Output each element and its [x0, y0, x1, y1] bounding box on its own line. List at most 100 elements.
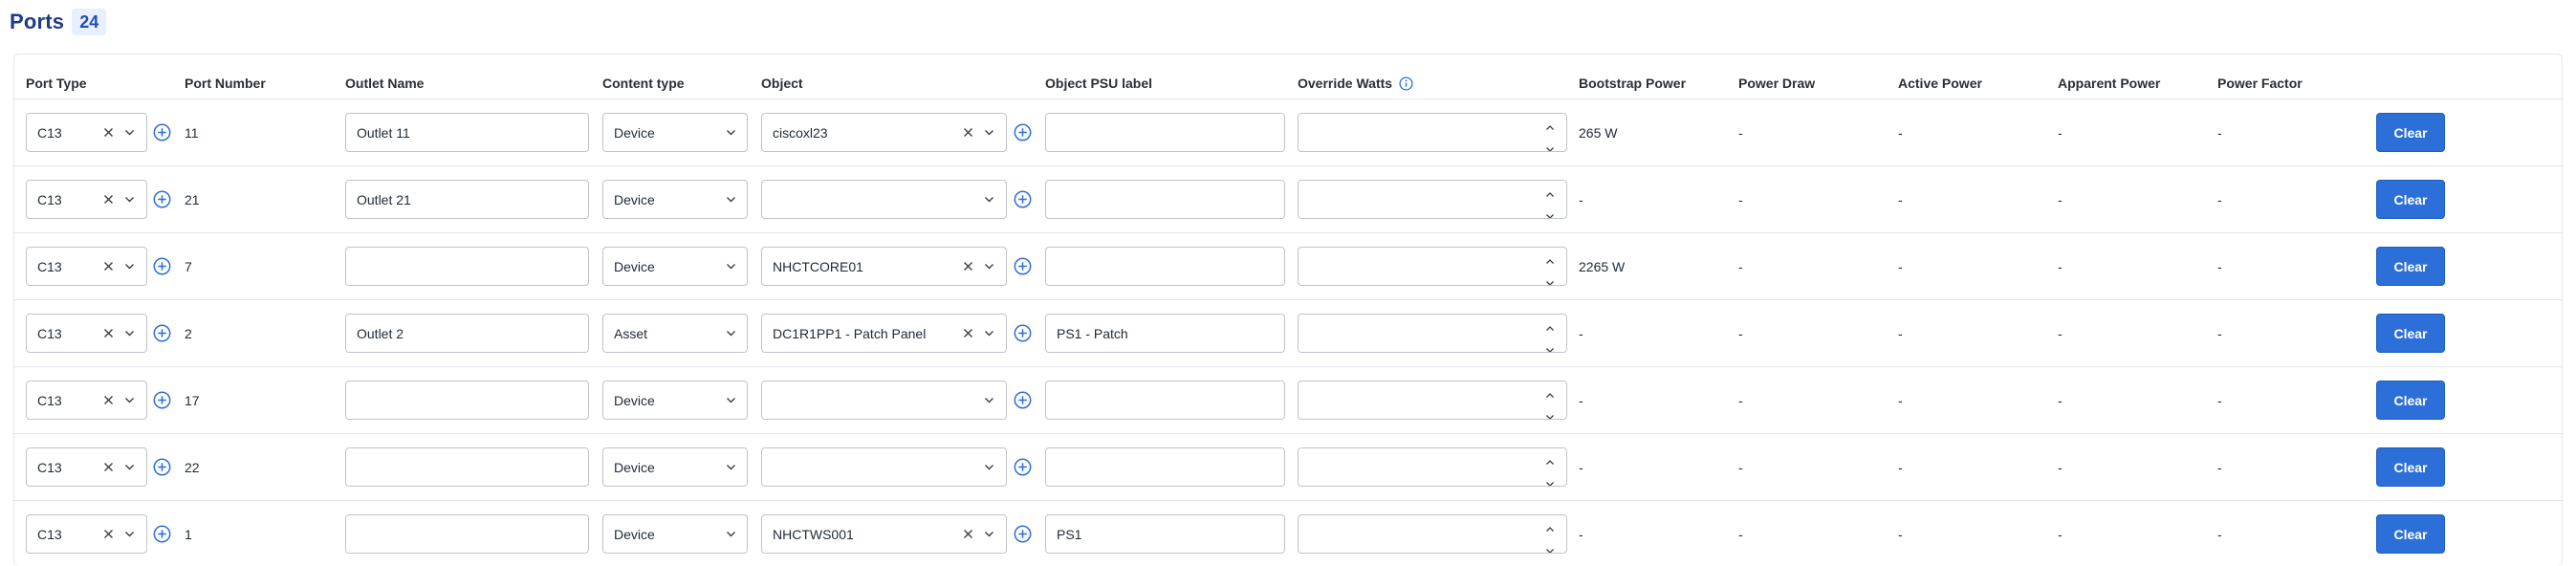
port-type-select[interactable]: C13	[26, 447, 147, 487]
port-type-select[interactable]: C13	[26, 514, 147, 554]
clear-button[interactable]: Clear	[2376, 314, 2445, 353]
object-psu-label-input[interactable]	[1045, 180, 1285, 219]
chevron-down-icon[interactable]	[983, 193, 995, 206]
override-watts-input[interactable]	[1298, 514, 1567, 554]
content-type-select[interactable]: Device	[602, 113, 748, 152]
chevron-down-icon[interactable]	[123, 528, 136, 540]
object-select[interactable]: NHCTCORE01	[761, 247, 1007, 286]
decrement-icon[interactable]	[1545, 207, 1555, 218]
increment-icon[interactable]	[1545, 119, 1555, 134]
number-stepper[interactable]	[1545, 252, 1555, 285]
object-psu-label-input[interactable]	[1045, 247, 1285, 286]
content-type-select[interactable]: Device	[602, 247, 748, 286]
chevron-down-icon[interactable]	[123, 260, 136, 272]
content-type-select[interactable]: Device	[602, 180, 748, 219]
clear-button[interactable]: Clear	[2376, 180, 2445, 219]
add-object-icon[interactable]	[1014, 458, 1032, 476]
object-psu-label-input[interactable]	[1045, 447, 1285, 487]
decrement-icon[interactable]	[1545, 542, 1555, 553]
object-select[interactable]	[761, 381, 1007, 420]
port-type-select[interactable]: C13	[26, 381, 147, 420]
add-port-type-icon[interactable]	[153, 458, 171, 476]
clear-selection-icon[interactable]	[102, 193, 115, 206]
port-type-select[interactable]: C13	[26, 113, 147, 152]
content-type-select[interactable]: Device	[602, 381, 748, 420]
chevron-down-icon[interactable]	[725, 461, 737, 473]
port-type-select[interactable]: C13	[26, 180, 147, 219]
outlet-name-input[interactable]: Outlet 21	[345, 180, 589, 219]
add-port-type-icon[interactable]	[153, 391, 171, 409]
chevron-down-icon[interactable]	[983, 394, 995, 406]
override-watts-input[interactable]	[1298, 113, 1567, 152]
clear-selection-icon[interactable]	[962, 327, 974, 339]
decrement-icon[interactable]	[1545, 274, 1555, 285]
outlet-name-input[interactable]: Outlet 11	[345, 113, 589, 152]
add-port-type-icon[interactable]	[153, 190, 171, 208]
increment-icon[interactable]	[1545, 319, 1555, 335]
clear-button[interactable]: Clear	[2376, 447, 2445, 487]
chevron-down-icon[interactable]	[725, 126, 737, 139]
clear-button[interactable]: Clear	[2376, 514, 2445, 554]
add-port-type-icon[interactable]	[153, 324, 171, 342]
port-type-select[interactable]: C13	[26, 314, 147, 353]
chevron-down-icon[interactable]	[983, 260, 995, 272]
add-object-icon[interactable]	[1014, 391, 1032, 409]
number-stepper[interactable]	[1545, 185, 1555, 218]
outlet-name-input[interactable]	[345, 381, 589, 420]
number-stepper[interactable]	[1545, 319, 1555, 352]
chevron-down-icon[interactable]	[725, 260, 737, 272]
add-port-type-icon[interactable]	[153, 123, 171, 142]
chevron-down-icon[interactable]	[983, 461, 995, 473]
clear-selection-icon[interactable]	[962, 126, 974, 139]
object-select[interactable]: DC1R1PP1 - Patch Panel	[761, 314, 1007, 353]
clear-button[interactable]: Clear	[2376, 247, 2445, 286]
outlet-name-input[interactable]: Outlet 2	[345, 314, 589, 353]
number-stepper[interactable]	[1545, 119, 1555, 151]
increment-icon[interactable]	[1545, 453, 1555, 468]
chevron-down-icon[interactable]	[983, 528, 995, 540]
clear-selection-icon[interactable]	[102, 461, 115, 473]
override-watts-input[interactable]	[1298, 247, 1567, 286]
clear-selection-icon[interactable]	[962, 528, 974, 540]
number-stepper[interactable]	[1545, 386, 1555, 419]
content-type-select[interactable]: Asset	[602, 314, 748, 353]
chevron-down-icon[interactable]	[725, 394, 737, 406]
chevron-down-icon[interactable]	[725, 327, 737, 339]
decrement-icon[interactable]	[1545, 408, 1555, 419]
content-type-select[interactable]: Device	[602, 514, 748, 554]
add-object-icon[interactable]	[1014, 123, 1032, 142]
add-object-icon[interactable]	[1014, 525, 1032, 543]
object-psu-label-input[interactable]: PS1	[1045, 514, 1285, 554]
object-select[interactable]	[761, 447, 1007, 487]
outlet-name-input[interactable]	[345, 247, 589, 286]
chevron-down-icon[interactable]	[725, 193, 737, 206]
override-watts-input[interactable]	[1298, 180, 1567, 219]
info-icon[interactable]	[1399, 76, 1413, 91]
chevron-down-icon[interactable]	[123, 327, 136, 339]
object-psu-label-input[interactable]	[1045, 381, 1285, 420]
clear-button[interactable]: Clear	[2376, 381, 2445, 420]
chevron-down-icon[interactable]	[123, 193, 136, 206]
port-type-select[interactable]: C13	[26, 247, 147, 286]
chevron-down-icon[interactable]	[123, 461, 136, 473]
object-select[interactable]: NHCTWS001	[761, 514, 1007, 554]
object-psu-label-input[interactable]: PS1 - Patch	[1045, 314, 1285, 353]
override-watts-input[interactable]	[1298, 447, 1567, 487]
add-object-icon[interactable]	[1014, 190, 1032, 208]
decrement-icon[interactable]	[1545, 141, 1555, 151]
object-select[interactable]	[761, 180, 1007, 219]
clear-selection-icon[interactable]	[962, 260, 974, 272]
override-watts-input[interactable]	[1298, 381, 1567, 420]
chevron-down-icon[interactable]	[983, 327, 995, 339]
object-psu-label-input[interactable]	[1045, 113, 1285, 152]
decrement-icon[interactable]	[1545, 475, 1555, 486]
clear-selection-icon[interactable]	[102, 394, 115, 406]
content-type-select[interactable]: Device	[602, 447, 748, 487]
chevron-down-icon[interactable]	[123, 126, 136, 139]
add-port-type-icon[interactable]	[153, 257, 171, 275]
increment-icon[interactable]	[1545, 252, 1555, 268]
object-select[interactable]: ciscoxl23	[761, 113, 1007, 152]
chevron-down-icon[interactable]	[725, 528, 737, 540]
clear-selection-icon[interactable]	[102, 260, 115, 272]
increment-icon[interactable]	[1545, 185, 1555, 201]
